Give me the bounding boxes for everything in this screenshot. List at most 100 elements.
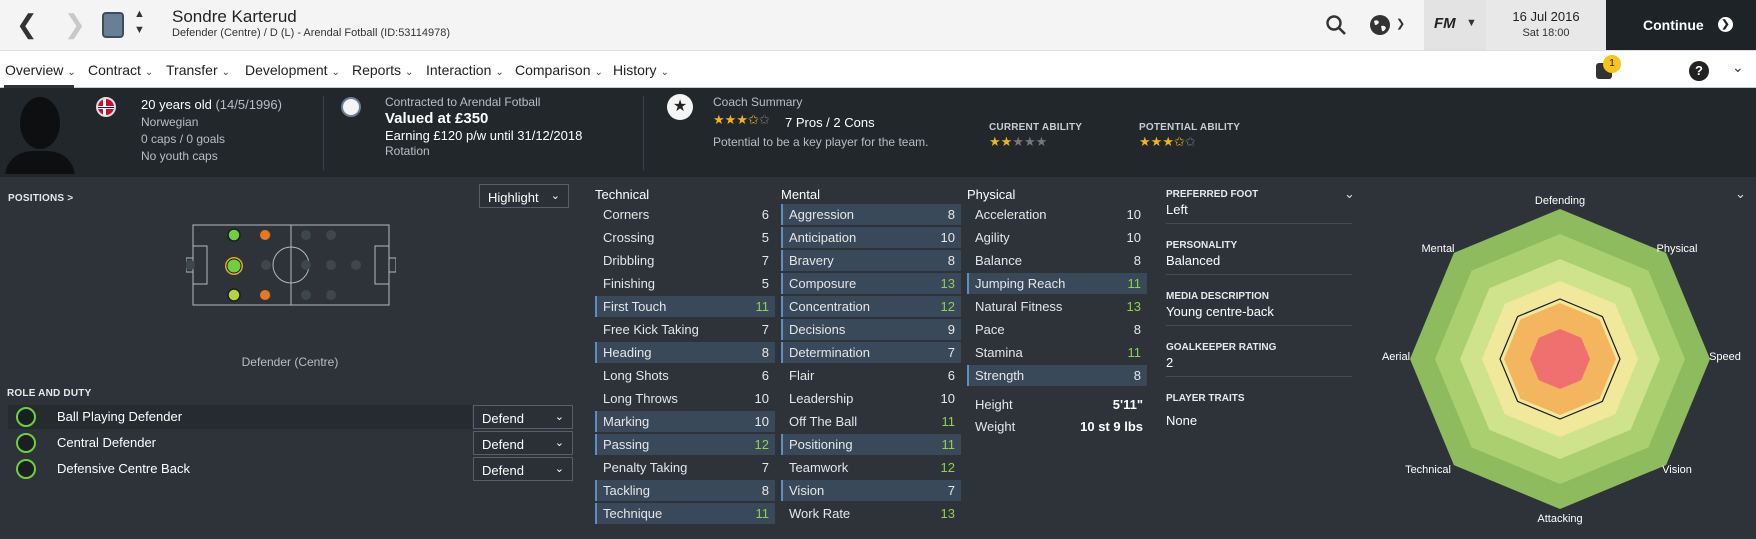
attribute-row[interactable]: Bravery 8 <box>781 250 961 271</box>
attribute-row[interactable]: Penalty Taking 7 <box>595 457 775 478</box>
role-row[interactable]: Ball Playing Defender <box>8 405 472 429</box>
attribute-row[interactable]: Dribbling 7 <box>595 250 775 271</box>
attribute-name: Marking <box>603 414 650 429</box>
attribute-row[interactable]: Heading 8 <box>595 342 775 363</box>
more-menu-chevron-icon[interactable]: ⌄ <box>1732 59 1744 76</box>
attribute-row[interactable]: Crossing 5 <box>595 227 775 248</box>
tab-transfer[interactable]: Transfer ⌄ <box>166 62 230 78</box>
fm-menu-button[interactable]: FM ▼ <box>1424 0 1486 50</box>
radar-ring <box>1530 329 1590 389</box>
attribute-row[interactable]: Off The Ball 11 <box>781 411 961 432</box>
attribute-value: 7 <box>947 345 955 360</box>
attribute-row[interactable]: Teamwork 12 <box>781 457 961 478</box>
tab-interaction[interactable]: Interaction ⌄ <box>426 62 504 78</box>
attribute-row[interactable]: Determination 7 <box>781 342 961 363</box>
next-player-icon[interactable]: ▼ <box>134 24 145 36</box>
attribute-name: Aggression <box>789 207 855 222</box>
attribute-row[interactable]: Tackling 8 <box>595 480 775 501</box>
attribute-row[interactable]: Balance 8 <box>967 250 1147 271</box>
attribute-row[interactable]: Decisions 9 <box>781 319 961 340</box>
weight-label: Weight <box>975 419 1016 434</box>
attribute-value: 13 <box>940 276 955 291</box>
current-ability-stars: ★★★★★ <box>989 134 1047 150</box>
attribute-row[interactable]: Flair 6 <box>781 365 961 386</box>
attribute-name: Natural Fitness <box>975 299 1063 314</box>
highlight-dropdown[interactable]: Highlight ⌄ <box>479 184 569 208</box>
forward-icon[interactable]: ❯ <box>64 11 86 38</box>
player-info-strip: 20 years old (14/5/1996) Norwegian 0 cap… <box>0 88 1756 177</box>
duty-dropdown[interactable]: Defend ⌄ <box>473 405 573 429</box>
attribute-row[interactable]: Work Rate 13 <box>781 503 961 524</box>
star-full-icon: ★ <box>713 112 725 127</box>
tab-contract[interactable]: Contract ⌄ <box>88 62 153 78</box>
attribute-row[interactable]: Vision 7 <box>781 480 961 501</box>
tab-development[interactable]: Development ⌄ <box>245 62 340 78</box>
tab-reports[interactable]: Reports ⌄ <box>352 62 413 78</box>
duty-dropdown[interactable]: Defend ⌄ <box>473 457 573 481</box>
help-icon[interactable]: ? <box>1689 61 1709 81</box>
height-value: 5'11" <box>1112 397 1143 412</box>
attribute-row[interactable]: Composure 13 <box>781 273 961 294</box>
attribute-name: Vision <box>789 483 825 498</box>
globe-menu-chevron-icon[interactable]: ❯ <box>1396 17 1405 30</box>
attribute-value: 13 <box>940 506 955 521</box>
player-name: Sondre Karterud <box>172 7 297 26</box>
player-traits-label: PLAYER TRAITS <box>1166 393 1245 404</box>
attribute-value: 12 <box>940 299 955 314</box>
positions-link[interactable]: POSITIONS > <box>8 193 73 204</box>
attribute-row[interactable]: Corners 6 <box>595 204 775 225</box>
search-icon[interactable] <box>1325 14 1347 36</box>
attribute-value: 10 <box>940 391 955 406</box>
globe-icon[interactable] <box>1368 13 1392 37</box>
attribute-name: Strength <box>975 368 1025 383</box>
personality-value: Balanced <box>1166 253 1221 268</box>
attribute-value: 10 <box>1126 230 1141 245</box>
attribute-row[interactable]: Technique 11 <box>595 503 775 524</box>
radar-label-vision: Vision <box>1662 464 1692 476</box>
attribute-row[interactable]: Stamina 11 <box>967 342 1147 363</box>
attribute-row[interactable]: Positioning 11 <box>781 434 961 455</box>
attribute-row[interactable]: Concentration 12 <box>781 296 961 317</box>
attribute-row[interactable]: Strength 8 <box>967 365 1147 386</box>
tab-comparison[interactable]: Comparison ⌄ <box>515 62 603 78</box>
fm-logo: FM <box>1434 15 1456 32</box>
attribute-row[interactable]: Natural Fitness 13 <box>967 296 1147 317</box>
back-icon[interactable]: ❮ <box>16 11 38 38</box>
attribute-name: Off The Ball <box>789 414 858 429</box>
date-panel: 16 Jul 2016 Sat 18:00 <box>1486 0 1606 50</box>
prev-player-icon[interactable]: ▲ <box>134 8 145 20</box>
attribute-row[interactable]: Jumping Reach 11 <box>967 273 1147 294</box>
chevron-down-icon: ⌄ <box>405 67 414 78</box>
attribute-row[interactable]: Finishing 5 <box>595 273 775 294</box>
attribute-row[interactable]: Free Kick Taking 7 <box>595 319 775 340</box>
attribute-row[interactable]: Long Shots 6 <box>595 365 775 386</box>
attribute-row[interactable]: Anticipation 10 <box>781 227 961 248</box>
traits-collapse-chevron-icon[interactable]: ⌄ <box>1344 186 1355 202</box>
tab-history[interactable]: History ⌄ <box>613 62 669 78</box>
attribute-name: Stamina <box>975 345 1023 360</box>
attribute-row[interactable]: First Touch 11 <box>595 296 775 317</box>
continue-button[interactable]: Continue ❯ <box>1606 0 1756 50</box>
attribute-name: Free Kick Taking <box>603 322 699 337</box>
role-row[interactable]: Defensive Centre Back <box>8 457 472 481</box>
role-row[interactable]: Central Defender <box>8 431 472 455</box>
tab-overview[interactable]: Overview ⌄ <box>5 62 76 78</box>
club-badge-icon <box>341 97 361 117</box>
attribute-row[interactable]: Acceleration 10 <box>967 204 1147 225</box>
attribute-name: Anticipation <box>789 230 857 245</box>
divider <box>643 96 644 170</box>
attribute-row[interactable]: Pace 8 <box>967 319 1147 340</box>
highlight-value: Highlight <box>488 190 539 205</box>
attribute-row[interactable]: Agility 10 <box>967 227 1147 248</box>
duty-dropdown[interactable]: Defend ⌄ <box>473 431 573 455</box>
attribute-row[interactable]: Long Throws 10 <box>595 388 775 409</box>
attribute-value: 7 <box>761 322 769 337</box>
attribute-row[interactable]: Leadership 10 <box>781 388 961 409</box>
chevron-down-icon: ⌄ <box>221 67 230 78</box>
attribute-row[interactable]: Marking 10 <box>595 411 775 432</box>
attribute-row[interactable]: Aggression 8 <box>781 204 961 225</box>
role-icon <box>16 433 36 453</box>
divider <box>1166 325 1352 326</box>
attribute-name: Passing <box>603 437 650 452</box>
attribute-row[interactable]: Passing 12 <box>595 434 775 455</box>
